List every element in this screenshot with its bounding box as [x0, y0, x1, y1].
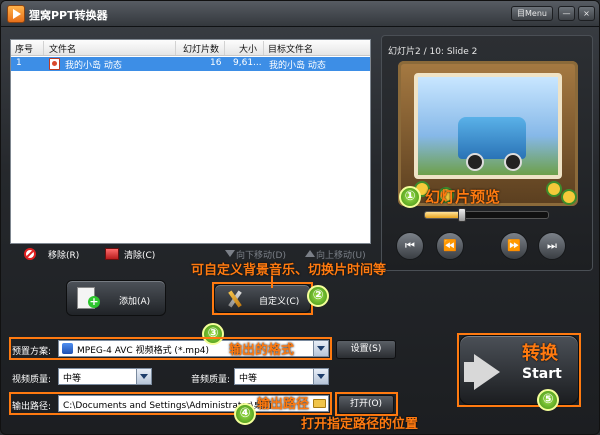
fast-forward-icon: ⏩ — [507, 239, 521, 252]
ppt-file-icon — [49, 58, 60, 70]
play-arrow-icon — [474, 354, 500, 390]
preview-progress-fill — [425, 212, 462, 218]
preview-panel: 幻灯片2 / 10: Slide 2 ⏮ ⏪ ⏩ ⏭ — [381, 35, 593, 271]
video-quality-label: 视频质量: — [12, 375, 52, 385]
column-header-index[interactable]: 序号 — [15, 42, 33, 55]
column-separator — [175, 41, 176, 55]
callout-badge-2: ② — [307, 285, 329, 307]
add-file-icon — [77, 287, 100, 309]
remove-icon[interactable] — [24, 248, 36, 260]
open-callout: 打开指定路径的位置 — [301, 417, 419, 432]
first-slide-button[interactable]: ⏮ — [396, 232, 424, 260]
column-header-size[interactable]: 大小 — [239, 42, 257, 55]
column-separator — [224, 41, 225, 55]
convert-callout: 转换 — [522, 343, 558, 364]
callout-badge-4: ④ — [234, 403, 256, 425]
previous-slide-button[interactable]: ⏪ — [436, 232, 464, 260]
convert-arrow-bar — [464, 362, 474, 382]
column-header-name[interactable]: 文件名 — [49, 42, 76, 55]
flower-decoration — [548, 183, 560, 195]
minimize-button[interactable]: — — [558, 6, 575, 21]
clear-button[interactable]: 清除(C) — [124, 248, 155, 261]
menu-prefix: 目 — [517, 9, 526, 18]
preview-progress-thumb[interactable] — [457, 208, 466, 222]
output-path-label: 输出路径: — [12, 402, 52, 412]
callout-badge-1: ① — [399, 186, 421, 208]
add-button-label: 添加(A) — [119, 297, 151, 307]
customize-button[interactable]: 自定义(C) — [214, 284, 311, 313]
column-header-slides[interactable]: 幻灯片数 — [183, 42, 219, 55]
menu-button[interactable]: 目Menu — [511, 6, 553, 21]
skip-back-icon: ⏮ — [405, 239, 415, 252]
next-slide-button[interactable]: ⏩ — [500, 232, 528, 260]
row-file-name: 我的小岛 动态 — [65, 61, 122, 71]
folder-icon[interactable] — [313, 399, 326, 408]
slide-photo-frame — [414, 73, 562, 179]
toy-car-image — [458, 117, 526, 171]
remove-button[interactable]: 移除(R) — [48, 248, 79, 261]
row-slide-count: 16 — [210, 58, 222, 68]
open-folder-button[interactable]: 打开(O) — [338, 395, 394, 414]
preset-label: 预置方案: — [12, 347, 52, 357]
tools-icon — [227, 290, 243, 308]
path-callout: 输出路径 — [257, 397, 310, 412]
column-header-target[interactable]: 目标文件名 — [268, 42, 313, 55]
row-index: 1 — [16, 58, 22, 68]
menu-label: Menu — [525, 9, 547, 18]
skip-forward-icon: ⏭ — [547, 239, 557, 252]
callout-pointer — [271, 276, 273, 288]
video-format-icon — [62, 343, 73, 354]
arrow-down-icon[interactable] — [225, 250, 235, 257]
audio-quality-label: 音频质量: — [191, 375, 231, 385]
arrow-up-icon[interactable] — [305, 250, 315, 257]
app-logo-icon — [7, 5, 25, 23]
row-size: 9,61... — [233, 58, 262, 68]
rewind-icon: ⏪ — [443, 239, 457, 252]
audio-quality-value: 中等 — [239, 374, 258, 384]
chevron-down-icon[interactable] — [136, 369, 151, 384]
callout-badge-5: ⑤ — [537, 389, 559, 411]
chevron-down-icon[interactable] — [313, 341, 328, 356]
preview-progress-slider[interactable] — [424, 208, 549, 222]
add-button[interactable]: 添加(A) — [66, 280, 166, 316]
flower-decoration — [563, 191, 575, 203]
close-button[interactable]: × — [578, 6, 595, 21]
callout-badge-3: ③ — [202, 323, 224, 345]
table-row[interactable]: 1 我的小岛 动态 16 9,61... 我的小岛 动态 — [11, 57, 370, 71]
preview-callout: 幻灯片预览 — [425, 188, 501, 206]
video-quality-value: 中等 — [63, 374, 82, 384]
last-slide-button[interactable]: ⏭ — [538, 232, 566, 260]
settings-button[interactable]: 设置(S) — [336, 340, 396, 359]
window-title: 狸窝PPT转换器 — [29, 9, 108, 22]
clear-icon[interactable] — [105, 248, 119, 260]
title-bar: 狸窝PPT转换器 目Menu — × — [1, 1, 599, 27]
video-quality-select[interactable]: 中等 — [58, 368, 152, 385]
preset-value: MPEG-4 AVC 视频格式 (*.mp4) — [77, 346, 210, 356]
audio-quality-select[interactable]: 中等 — [234, 368, 329, 385]
row-target-name: 我的小岛 动态 — [269, 61, 326, 71]
slide-preview-image — [398, 61, 578, 206]
preview-slide-title: 幻灯片2 / 10: Slide 2 — [388, 47, 478, 57]
chevron-down-icon[interactable] — [313, 369, 328, 384]
customize-callout: 可自定义背景音乐、切换片时间等 — [191, 263, 387, 278]
format-callout: 输出的格式 — [229, 343, 295, 358]
column-separator — [263, 41, 264, 55]
column-separator — [43, 41, 44, 55]
convert-start-label: Start — [522, 366, 562, 382]
file-list[interactable]: 序号 文件名 幻灯片数 大小 目标文件名 1 我的小岛 动态 16 9,61..… — [10, 39, 371, 244]
customize-button-label: 自定义(C) — [259, 297, 300, 307]
file-list-header: 序号 文件名 幻灯片数 大小 目标文件名 — [11, 40, 370, 56]
convert-start-button[interactable]: Start — [459, 335, 579, 405]
app-window: 狸窝PPT转换器 目Menu — × 序号 文件名 幻灯片数 大小 目标文件名 … — [0, 0, 600, 435]
